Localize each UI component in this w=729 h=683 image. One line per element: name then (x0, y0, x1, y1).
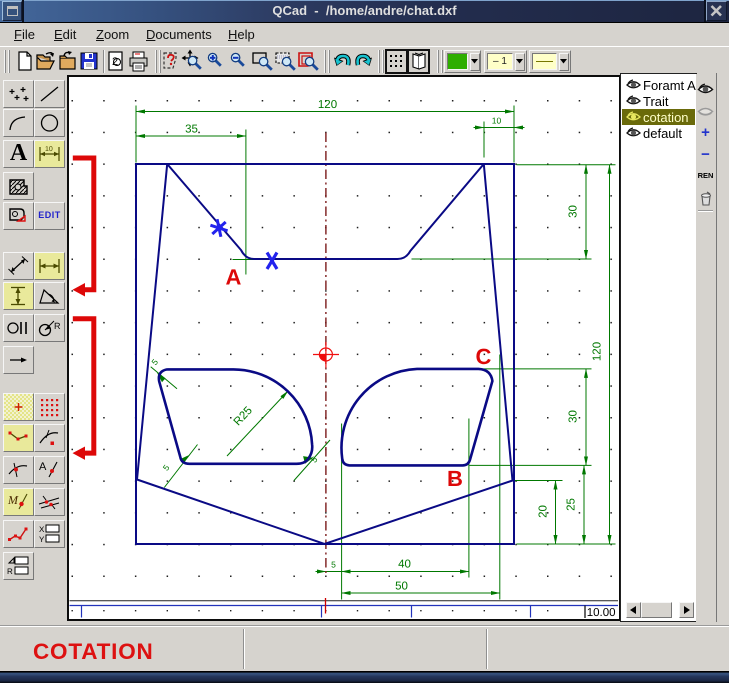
svg-text:R: R (7, 567, 13, 576)
svg-text:A: A (39, 461, 47, 473)
svg-text:50: 50 (395, 581, 408, 593)
svg-text:30: 30 (568, 205, 580, 218)
svg-text:X: X (39, 525, 45, 534)
svg-text:2: 2 (112, 56, 118, 68)
svg-text:R: R (54, 321, 61, 331)
svg-text:5: 5 (331, 560, 336, 570)
svg-text:B: B (447, 466, 463, 491)
svg-text:10: 10 (492, 116, 502, 126)
svg-text:40: 40 (398, 559, 411, 571)
svg-text:Y: Y (39, 535, 45, 544)
svg-text:30: 30 (568, 410, 580, 423)
svg-text:25: 25 (566, 498, 578, 511)
svg-text:20: 20 (538, 505, 550, 518)
svg-text:120: 120 (592, 342, 604, 361)
svg-text:10: 10 (45, 146, 53, 153)
svg-text:120: 120 (318, 99, 337, 111)
svg-text:35: 35 (185, 124, 198, 136)
svg-text:10.00: 10.00 (587, 607, 616, 618)
svg-text:A: A (226, 265, 242, 290)
svg-text:M: M (7, 493, 19, 507)
svg-text:C: C (476, 344, 492, 369)
